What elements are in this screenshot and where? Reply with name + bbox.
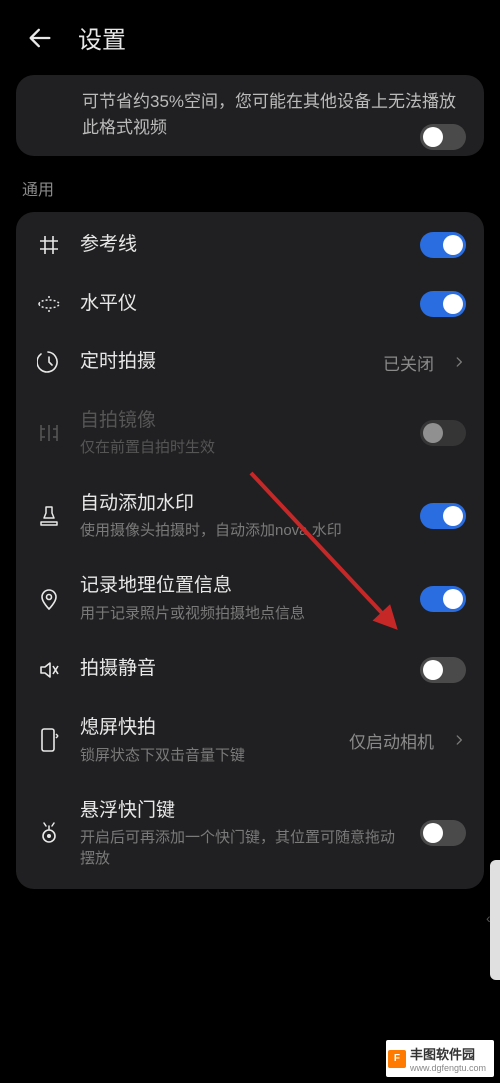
grid-icon bbox=[37, 233, 61, 257]
watermark-toggle[interactable] bbox=[420, 503, 466, 529]
row-lock-snap[interactable]: 熄屏快拍 锁屏状态下双击音量下键 仅启动相机 bbox=[16, 699, 484, 782]
timer-value: 已关闭 bbox=[383, 350, 434, 375]
selfie-mirror-toggle bbox=[420, 420, 466, 446]
page-title: 设置 bbox=[78, 20, 126, 55]
mute-toggle[interactable] bbox=[420, 657, 466, 683]
phone-snap-icon bbox=[38, 727, 60, 753]
brand-icon: F bbox=[388, 1050, 406, 1068]
timer-icon bbox=[37, 350, 61, 374]
row-timer[interactable]: 定时拍摄 已关闭 bbox=[16, 333, 484, 392]
row-mute[interactable]: 拍摄静音 bbox=[16, 640, 484, 699]
mirror-icon bbox=[36, 423, 62, 443]
section-general-label: 通用 bbox=[0, 170, 500, 212]
brand-watermark: F 丰图软件园 www.dgfengtu.com bbox=[386, 1040, 494, 1077]
location-toggle[interactable] bbox=[420, 586, 466, 612]
row-float-shutter[interactable]: 悬浮快门键 开启后可再添加一个快门键，其位置可随意拖动摆放 bbox=[16, 782, 484, 885]
row-location[interactable]: 记录地理位置信息 用于记录照片或视频拍摄地点信息 bbox=[16, 557, 484, 640]
video-format-toggle[interactable] bbox=[420, 124, 466, 150]
row-watermark[interactable]: 自动添加水印 使用摄像头拍摄时，自动添加nova 水印 bbox=[16, 475, 484, 558]
lock-snap-value: 仅启动相机 bbox=[349, 728, 434, 753]
row-selfie-mirror: 自拍镜像 仅在前置自拍时生效 bbox=[16, 392, 484, 475]
grid-toggle[interactable] bbox=[420, 232, 466, 258]
level-icon bbox=[36, 291, 62, 317]
row-level[interactable]: 水平仪 bbox=[16, 275, 484, 334]
video-format-desc: 可节省约35%空间，您可能在其他设备上无法播放此格式视频 bbox=[16, 89, 484, 140]
mute-icon bbox=[37, 658, 61, 682]
chevron-left-icon: ‹ bbox=[486, 910, 491, 926]
float-shutter-toggle[interactable] bbox=[420, 820, 466, 846]
row-grid-lines[interactable]: 参考线 bbox=[16, 216, 484, 275]
settings-card-general: 参考线 水平仪 定时拍摄 已关闭 自拍镜像 仅在前置自拍时生效 自动添加水印 使… bbox=[16, 212, 484, 889]
back-button[interactable] bbox=[24, 22, 56, 54]
level-toggle[interactable] bbox=[420, 291, 466, 317]
chevron-right-icon bbox=[452, 355, 466, 369]
location-icon bbox=[37, 587, 61, 611]
scroll-indicator[interactable]: ‹ bbox=[490, 860, 500, 980]
arrow-left-icon bbox=[26, 24, 54, 52]
float-shutter-icon bbox=[36, 820, 62, 846]
chevron-right-icon bbox=[452, 733, 466, 747]
settings-card-video: 可节省约35%空间，您可能在其他设备上无法播放此格式视频 bbox=[16, 75, 484, 156]
stamp-icon bbox=[37, 504, 61, 528]
